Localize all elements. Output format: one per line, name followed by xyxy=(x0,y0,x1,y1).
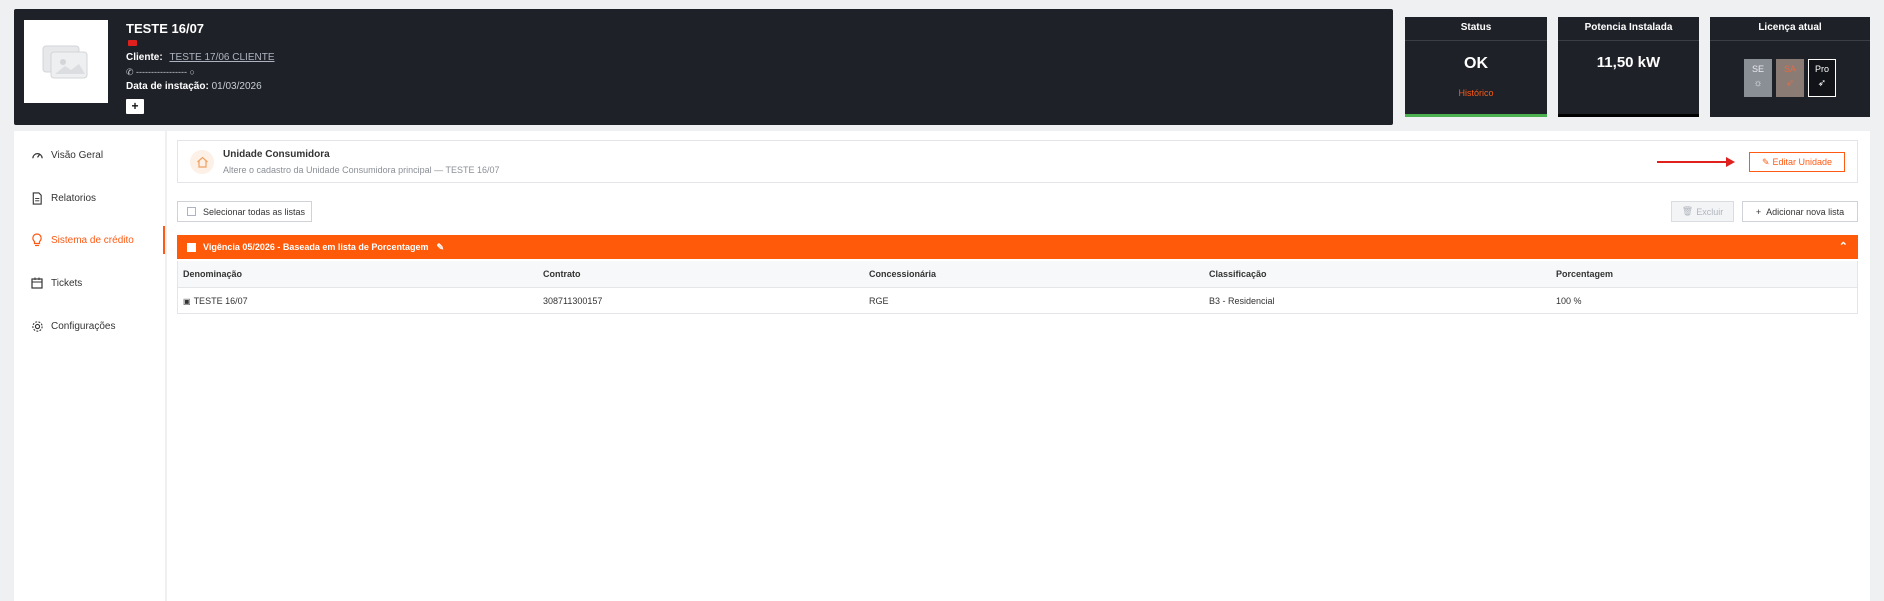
license-pro-button[interactable]: Pro ➶ xyxy=(1808,59,1836,97)
trash-icon: 🗑 xyxy=(1681,206,1694,216)
arrow-right-icon xyxy=(1657,157,1735,167)
power-bar xyxy=(1558,114,1699,117)
table-header-row: Denominação Contrato Concessionária Clas… xyxy=(178,261,1857,287)
status-bar xyxy=(1405,114,1547,117)
sidebar-item-label: Configurações xyxy=(51,320,116,332)
table-cell-classificacao: B3 - Residencial xyxy=(1209,296,1275,306)
unit-image-placeholder xyxy=(24,20,108,103)
column-header: Contrato xyxy=(543,269,581,279)
main-panel: Unidade Consumidora Altere o cadastro da… xyxy=(167,131,1870,601)
edit-unit-button[interactable]: ✎ Editar Unidade xyxy=(1749,152,1845,172)
home-icon xyxy=(190,150,214,174)
license-sa-label: SA xyxy=(1783,64,1796,74)
list-group-header[interactable]: Vigência 05/2026 - Baseada em lista de P… xyxy=(177,235,1858,259)
rocket-icon: ➶ xyxy=(1785,78,1795,89)
list-group-title: Vigência 05/2026 - Baseada em lista de P… xyxy=(203,242,429,252)
table-cell-porcentagem: 100 % xyxy=(1556,296,1582,306)
column-header: Denominação xyxy=(183,269,243,279)
install-date-value: 01/03/2026 xyxy=(211,81,262,92)
consumer-unit-box: Unidade Consumidora Altere o cadastro da… xyxy=(177,140,1858,183)
unit-title: TESTE 16/07 xyxy=(126,21,205,36)
flag-icon xyxy=(128,40,137,46)
license-pro-label: Pro xyxy=(1814,64,1829,74)
sidebar-item-configuracoes[interactable]: Configurações xyxy=(14,312,165,340)
delete-label: Excluir xyxy=(1696,206,1724,217)
sidebar-item-sistema-de-credito[interactable]: Sistema de crédito xyxy=(14,226,165,254)
license-card: Licença atual SE ☼ SA ➶ Pro ➶ xyxy=(1710,17,1870,117)
document-icon xyxy=(30,191,44,205)
phone-line: ✆ ----------------- ○ xyxy=(126,67,195,77)
sidebar: Visão Geral Relatorios Sistema de crédit… xyxy=(14,131,165,601)
power-card-title: Potencia Instalada xyxy=(1558,17,1699,41)
sidebar-item-label: Visão Geral xyxy=(51,149,104,161)
status-card-title: Status xyxy=(1405,17,1547,41)
list-checkbox[interactable] xyxy=(187,242,196,252)
table-row[interactable]: ▣ TESTE 16/07 308711300157 RGE B3 - Resid… xyxy=(178,287,1857,313)
select-all-lists-checkbox[interactable]: Selecionar todas as listas xyxy=(177,201,312,222)
column-header: Porcentagem xyxy=(1556,269,1614,279)
edit-unit-label: Editar Unidade xyxy=(1772,157,1833,167)
install-date-line: Data de instação: 01/03/2026 xyxy=(126,81,262,92)
client-line: Cliente: TESTE 17/06 CLIENTE xyxy=(126,52,275,63)
add-button[interactable]: + xyxy=(126,99,144,114)
sidebar-item-relatorios[interactable]: Relatorios xyxy=(14,184,165,212)
sidebar-item-tickets[interactable]: Tickets xyxy=(14,269,165,297)
meter-icon: ▣ xyxy=(183,297,191,306)
image-placeholder-icon xyxy=(42,45,88,78)
consumer-unit-subtitle: Altere o cadastro da Unidade Consumidora… xyxy=(223,165,500,175)
license-options: SE ☼ SA ➶ Pro ➶ xyxy=(1710,59,1870,97)
table-cell-contrato: 308711300157 xyxy=(543,296,603,306)
gauge-icon xyxy=(30,148,44,162)
checkbox-icon xyxy=(187,207,196,216)
delete-button[interactable]: 🗑 Excluir xyxy=(1671,201,1734,222)
sun-icon: ☼ xyxy=(1753,78,1763,89)
consumer-unit-title: Unidade Consumidora xyxy=(223,149,330,160)
column-header: Classificação xyxy=(1209,269,1267,279)
lightbulb-icon xyxy=(30,233,44,247)
select-all-label: Selecionar todas as listas xyxy=(203,206,306,217)
rocket-icon: ➶ xyxy=(1817,78,1827,89)
sidebar-item-label: Tickets xyxy=(51,277,83,289)
add-list-label: Adicionar nova lista xyxy=(1766,206,1845,217)
license-card-title: Licença atual xyxy=(1710,17,1870,41)
table-cell-concessionaria: RGE xyxy=(869,296,889,306)
sidebar-item-label: Relatorios xyxy=(51,192,97,204)
sidebar-item-label: Sistema de crédito xyxy=(51,234,134,246)
power-value: 11,50 kW xyxy=(1596,54,1661,71)
column-header: Concessionária xyxy=(869,269,937,279)
client-label: Cliente: xyxy=(126,52,163,63)
edit-icon: ✎ xyxy=(1761,156,1770,167)
client-link[interactable]: TESTE 17/06 CLIENTE xyxy=(169,52,274,63)
sidebar-item-visao-geral[interactable]: Visão Geral xyxy=(14,141,165,169)
credit-list-table: Denominação Contrato Concessionária Clas… xyxy=(177,261,1858,314)
plus-icon: + xyxy=(1755,206,1762,217)
status-value: OK xyxy=(1464,55,1488,72)
power-card: Potencia Instalada 11,50 kW xyxy=(1558,17,1699,117)
history-link[interactable]: Histórico xyxy=(1405,88,1547,98)
calendar-icon xyxy=(30,276,44,290)
unit-header: TESTE 16/07 Cliente: TESTE 17/06 CLIENTE… xyxy=(14,9,1393,125)
install-date-label: Data de instação: xyxy=(126,81,209,92)
gear-icon xyxy=(30,319,44,333)
chevron-up-icon[interactable]: ⌃ xyxy=(1839,240,1848,253)
license-se-button[interactable]: SE ☼ xyxy=(1744,59,1772,97)
table-cell-denominacao: ▣ TESTE 16/07 xyxy=(183,296,248,306)
license-se-label: SE xyxy=(1751,64,1764,74)
add-list-button[interactable]: + Adicionar nova lista xyxy=(1742,201,1858,222)
license-sa-button[interactable]: SA ➶ xyxy=(1776,59,1804,97)
status-card: Status OK Histórico xyxy=(1405,17,1547,117)
denominacao-value: TESTE 16/07 xyxy=(193,296,248,306)
edit-icon[interactable]: ✎ xyxy=(436,242,444,253)
